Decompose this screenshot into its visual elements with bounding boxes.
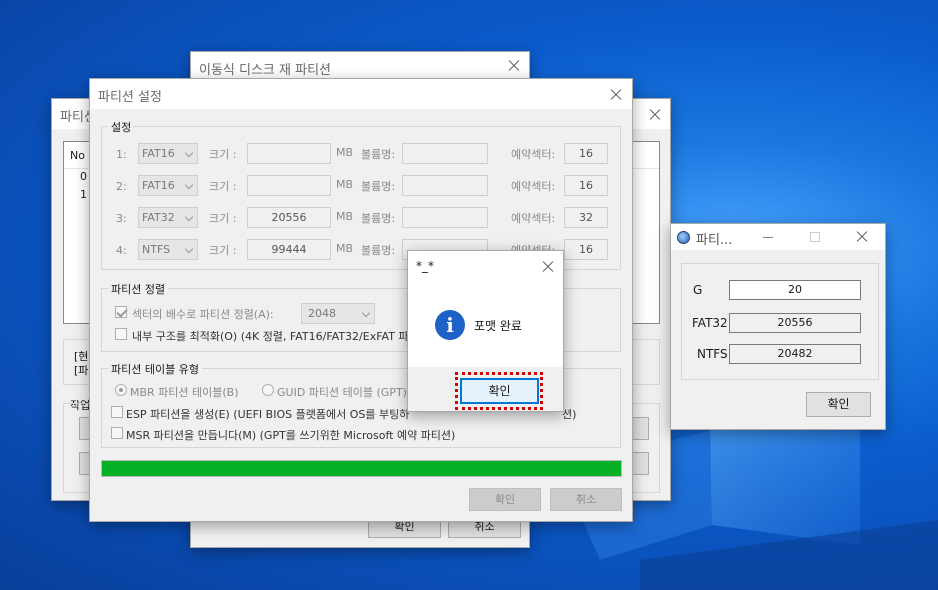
size-field[interactable]	[247, 143, 331, 164]
row-label: NTFS	[697, 347, 728, 361]
chevron-down-icon	[184, 244, 194, 254]
unit-label: MB	[336, 210, 354, 223]
cancel-button[interactable]: 취소	[550, 488, 622, 511]
mbr-radio-label: MBR 파티션 테이블(B)	[130, 386, 239, 399]
info-line: [파	[74, 364, 89, 377]
reserved-sectors-label: 예약섹터:	[511, 180, 556, 193]
esp-checkbox-label: ESP 파티션을 생성(E) (UEFI BIOS 플랫폼에서 OS를 부팅하	[126, 408, 410, 421]
mbr-radio[interactable]	[115, 384, 127, 396]
partition-summary-window: 파티... G 20 FAT32 20556 NTFS 20482 확인	[670, 223, 886, 430]
alignment-group-label: 파티션 정렬	[108, 281, 169, 297]
titlebar: *_*	[408, 251, 563, 281]
reserved-sectors-field[interactable]: 16	[564, 143, 608, 164]
button-area: 확인	[408, 367, 563, 411]
volume-label: 볼륨명:	[361, 180, 396, 193]
partition-index: 1:	[116, 148, 127, 161]
reserved-sectors-label: 예약섹터:	[511, 148, 556, 161]
row-value: 20482	[729, 344, 861, 364]
column-header-no: No	[70, 149, 85, 162]
volume-field[interactable]	[402, 175, 488, 196]
size-field[interactable]: 20556	[247, 207, 331, 228]
partition-index: 4:	[116, 244, 127, 257]
esp-checkbox-label-tail: 션)	[562, 408, 577, 421]
filesystem-select[interactable]: FAT16	[138, 143, 198, 164]
reserved-sectors-field[interactable]: 32	[564, 207, 608, 228]
volume-label: 볼륨명:	[361, 212, 396, 225]
filesystem-select[interactable]: NTFS	[138, 239, 198, 260]
row-value: 20556	[729, 313, 861, 333]
unit-label: MB	[336, 242, 354, 255]
info-icon: i	[435, 310, 465, 340]
volume-field[interactable]	[402, 143, 488, 164]
filesystem-select[interactable]: FAT32	[138, 207, 198, 228]
esp-checkbox[interactable]	[111, 406, 123, 418]
close-icon[interactable]	[645, 105, 665, 125]
reserved-sectors-label: 예약섹터:	[511, 212, 556, 225]
app-icon	[677, 231, 690, 244]
volume-label: 볼륨명:	[361, 148, 396, 161]
titlebar: 파티션 설정	[90, 79, 632, 109]
volume-field[interactable]	[402, 207, 488, 228]
chevron-down-icon	[184, 212, 194, 222]
progress-bar	[101, 460, 622, 477]
window-title: 파티...	[696, 233, 733, 248]
row-value: 20	[729, 280, 861, 300]
list-item[interactable]: 1	[80, 188, 87, 201]
size-label: 크기 :	[209, 212, 237, 225]
msr-checkbox[interactable]	[111, 427, 123, 439]
message-box: *_* i 포맷 완료 확인	[407, 250, 564, 412]
window-body: G 20 FAT32 20556 NTFS 20482 확인	[671, 250, 885, 429]
optimize-structure-label: 내부 구조를 최적화(O) (4K 정렬, FAT16/FAT32/ExFAT …	[132, 330, 409, 343]
message-area: i 포맷 완료	[408, 281, 563, 367]
chevron-down-icon	[184, 148, 194, 158]
settings-group-label: 설정	[108, 119, 135, 135]
size-field[interactable]	[247, 175, 331, 196]
size-label: 크기 :	[209, 244, 237, 257]
unit-label: MB	[336, 146, 354, 159]
row-label: FAT32	[692, 316, 728, 330]
minimize-icon[interactable]	[763, 237, 773, 238]
volume-label: 볼륨명:	[361, 244, 396, 257]
partition-index: 3:	[116, 212, 127, 225]
chevron-down-icon	[184, 180, 194, 190]
size-field[interactable]: 99444	[247, 239, 331, 260]
size-label: 크기 :	[209, 148, 237, 161]
close-icon[interactable]	[538, 257, 558, 277]
size-label: 크기 :	[209, 180, 237, 193]
partition-table-group-label: 파티션 테이블 유형	[108, 361, 202, 377]
ok-button[interactable]: 확인	[806, 392, 871, 417]
align-sectors-checkbox[interactable]	[115, 306, 127, 318]
reserved-sectors-field[interactable]: 16	[564, 239, 608, 260]
gpt-radio-label: GUID 파티션 테이블 (GPT)(	[277, 386, 412, 399]
dialog-title: 파티션 설정	[98, 90, 162, 105]
optimize-structure-checkbox[interactable]	[115, 328, 127, 340]
message-box-title: *_*	[416, 259, 434, 273]
ok-button[interactable]: 확인	[460, 378, 539, 404]
filesystem-select[interactable]: FAT16	[138, 175, 198, 196]
close-icon[interactable]	[852, 227, 872, 247]
partition-index: 2:	[116, 180, 127, 193]
window-title: 이동식 디스크 재 파티션	[199, 63, 331, 78]
alignment-select[interactable]: 2048	[301, 303, 375, 324]
unit-label: MB	[336, 178, 354, 191]
chevron-down-icon	[361, 308, 371, 318]
list-item[interactable]: 0	[80, 170, 87, 183]
titlebar: 파티...	[671, 224, 885, 250]
row-label: G	[693, 283, 703, 297]
gpt-radio[interactable]	[262, 384, 274, 396]
msr-checkbox-label: MSR 파티션을 만듭니다(M) (GPT를 쓰기위한 Microsoft 예약…	[126, 429, 456, 442]
align-sectors-label: 섹터의 배수로 파티션 정렬(A):	[132, 308, 274, 321]
ok-button[interactable]: 확인	[469, 488, 541, 511]
maximize-icon[interactable]	[810, 232, 820, 242]
progress-bar-fill	[102, 461, 621, 476]
close-icon[interactable]	[504, 56, 524, 76]
message-text: 포맷 완료	[474, 319, 522, 333]
close-icon[interactable]	[606, 85, 626, 105]
reserved-sectors-field[interactable]: 16	[564, 175, 608, 196]
